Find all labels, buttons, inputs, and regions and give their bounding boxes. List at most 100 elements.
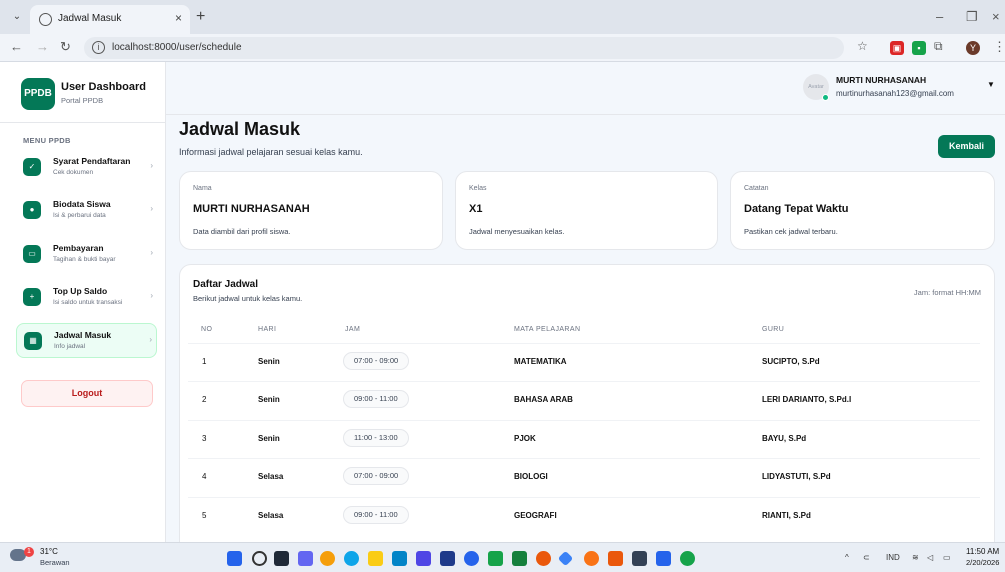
weather-temperature[interactable]: 31°C: [40, 547, 58, 556]
info-card-label: Catatan: [744, 185, 769, 192]
tab-title: Jadwal Masuk: [58, 13, 122, 24]
sidebar: PPDB User Dashboard Portal PPDB MENU PPD…: [0, 62, 166, 542]
caret-down-icon[interactable]: ▼: [987, 80, 995, 89]
sidebar-item-jadwal-masuk[interactable]: ▦ Jadwal Masuk Info jadwal ›: [16, 323, 157, 358]
restore-icon[interactable]: ❐: [966, 9, 978, 25]
tab-list-chevron-icon[interactable]: ⌄: [8, 9, 26, 25]
cell-no: 5: [202, 511, 207, 520]
column-header-guru: GURU: [762, 326, 785, 333]
teams-icon[interactable]: [298, 551, 313, 566]
site-info-icon[interactable]: i: [92, 41, 105, 54]
diamond-app-icon[interactable]: [557, 550, 574, 567]
tray-chevron-up-icon[interactable]: ^: [845, 553, 849, 562]
task-view-icon[interactable]: [274, 551, 289, 566]
sidebar-item-pembayaran[interactable]: ▭ Pembayaran Tagihan & bukti bayar ›: [16, 237, 157, 272]
info-card-nama: Nama MURTI NURHASANAH Data diambil dari …: [179, 171, 443, 250]
store-icon[interactable]: [392, 551, 407, 566]
cell-jam: 07:00 - 09:00: [343, 352, 410, 370]
back-button[interactable]: Kembali: [938, 135, 995, 158]
header-divider: [166, 114, 1005, 115]
check-icon: ✓: [23, 158, 41, 176]
cell-no: 4: [202, 472, 207, 481]
volume-icon[interactable]: ◁: [927, 553, 933, 562]
terminal-icon[interactable]: [632, 551, 647, 566]
green-extension-icon[interactable]: ▪: [912, 41, 926, 55]
new-tab-icon[interactable]: +: [196, 8, 205, 26]
chrome-active-icon[interactable]: [680, 551, 695, 566]
cell-guru: LERI DARIANTO, S.Pd.I: [762, 395, 852, 404]
tab-close-icon[interactable]: ×: [175, 11, 182, 25]
sidebar-item-sublabel: Tagihan & bukti bayar: [53, 256, 116, 263]
cell-mata-pelajaran: PJOK: [514, 434, 536, 443]
windows-start-icon[interactable]: [227, 551, 242, 566]
chevron-right-icon: ›: [150, 248, 153, 257]
brand-subtitle: Portal PPDB: [61, 96, 104, 105]
user-email: murtinurhasanah123@gmail.com: [836, 89, 954, 98]
cell-hari: Senin: [258, 357, 280, 366]
schedule-card: Daftar Jadwal Berikut jadwal untuk kelas…: [179, 264, 995, 554]
table-row: 3 Senin 11:00 - 13:00 PJOK BAYU, S.Pd: [188, 420, 980, 458]
globe-icon: [39, 13, 52, 26]
chrome-icon[interactable]: [536, 551, 551, 566]
minimize-icon[interactable]: –: [936, 9, 943, 24]
schedule-time-format-note: Jam: format HH:MM: [913, 288, 981, 297]
cell-guru: RIANTI, S.Pd: [762, 511, 811, 520]
schedule-subtitle: Berikut jadwal untuk kelas kamu.: [193, 294, 303, 303]
vscode-icon[interactable]: [656, 551, 671, 566]
cell-jam: 09:00 - 11:00: [343, 390, 409, 408]
chevron-right-icon: ›: [149, 335, 152, 344]
file-explorer-icon[interactable]: [368, 551, 383, 566]
wifi-icon[interactable]: ≋: [912, 553, 919, 562]
excel-icon[interactable]: [512, 551, 527, 566]
language-indicator[interactable]: IND: [886, 553, 900, 562]
user-menu[interactable]: Avatar MURTI NURHASANAH murtinurhasanah1…: [803, 72, 995, 106]
info-card-catatan: Catatan Datang Tepat Waktu Pastikan cek …: [730, 171, 995, 250]
sidebar-item-label: Biodata Siswa: [53, 199, 111, 209]
edge-icon[interactable]: [344, 551, 359, 566]
extensions-puzzle-icon[interactable]: ⧉: [934, 39, 943, 54]
table-row: 1 Senin 07:00 - 09:00 MATEMATIKA SUCIPTO…: [188, 343, 980, 381]
url-field[interactable]: i localhost:8000/user/schedule: [84, 37, 844, 59]
back-arrow-icon[interactable]: ←: [10, 39, 23, 54]
tray-app-icon[interactable]: ⊂: [863, 553, 870, 562]
sidebar-divider: [0, 122, 166, 123]
profile-avatar-icon[interactable]: Y: [966, 41, 980, 55]
pen-app-icon[interactable]: [488, 551, 503, 566]
xampp-icon[interactable]: [608, 551, 623, 566]
info-card-kelas: Kelas X1 Jadwal menyesuaikan kelas.: [455, 171, 718, 250]
sidebar-item-label: Top Up Saldo: [53, 286, 108, 296]
sidebar-item-top-up-saldo[interactable]: + Top Up Saldo Isi saldo untuk transaksi…: [16, 280, 157, 315]
sheets-app-icon[interactable]: [416, 551, 431, 566]
search-icon[interactable]: [252, 551, 267, 566]
bookmark-star-icon[interactable]: ☆: [857, 39, 868, 53]
info-card-value: X1: [469, 203, 483, 215]
user-name: MURTI NURHASANAH: [836, 75, 927, 85]
photoshop-icon[interactable]: [440, 551, 455, 566]
card-icon: ▭: [23, 245, 41, 263]
link-app-icon[interactable]: [464, 551, 479, 566]
battery-icon[interactable]: ▭: [943, 553, 951, 562]
clock-time[interactable]: 11:50 AM: [966, 547, 999, 556]
info-card-value: Datang Tepat Waktu: [744, 203, 849, 215]
address-bar: ← → ↻ i localhost:8000/user/schedule ☆ ▣…: [0, 34, 1005, 62]
info-card-value: MURTI NURHASANAH: [193, 203, 310, 215]
pdf-extension-icon[interactable]: ▣: [890, 41, 904, 55]
main-content: Avatar MURTI NURHASANAH murtinurhasanah1…: [166, 62, 1005, 554]
sidebar-item-syarat-pendaftaran[interactable]: ✓ Syarat Pendaftaran Cek dokumen ›: [16, 150, 157, 185]
browser-menu-icon[interactable]: ⋮: [993, 39, 1005, 55]
chevron-right-icon: ›: [150, 204, 153, 213]
forward-arrow-icon[interactable]: →: [36, 39, 49, 54]
weather-description[interactable]: Berawan: [40, 558, 70, 567]
user-icon: ●: [23, 201, 41, 219]
close-window-icon[interactable]: ×: [992, 9, 1000, 24]
browser-tab[interactable]: Jadwal Masuk ×: [30, 5, 190, 34]
clock-date[interactable]: 2/20/2026: [966, 558, 999, 567]
cell-no: 2: [202, 395, 207, 404]
reload-icon[interactable]: ↻: [60, 39, 71, 55]
cell-hari: Senin: [258, 434, 280, 443]
chrome-canary-icon[interactable]: [320, 551, 335, 566]
firefox-icon[interactable]: [584, 551, 599, 566]
info-card-note: Jadwal menyesuaikan kelas.: [469, 227, 565, 236]
logout-button[interactable]: Logout: [21, 380, 153, 407]
sidebar-item-biodata-siswa[interactable]: ● Biodata Siswa Isi & perbarui data ›: [16, 193, 157, 228]
